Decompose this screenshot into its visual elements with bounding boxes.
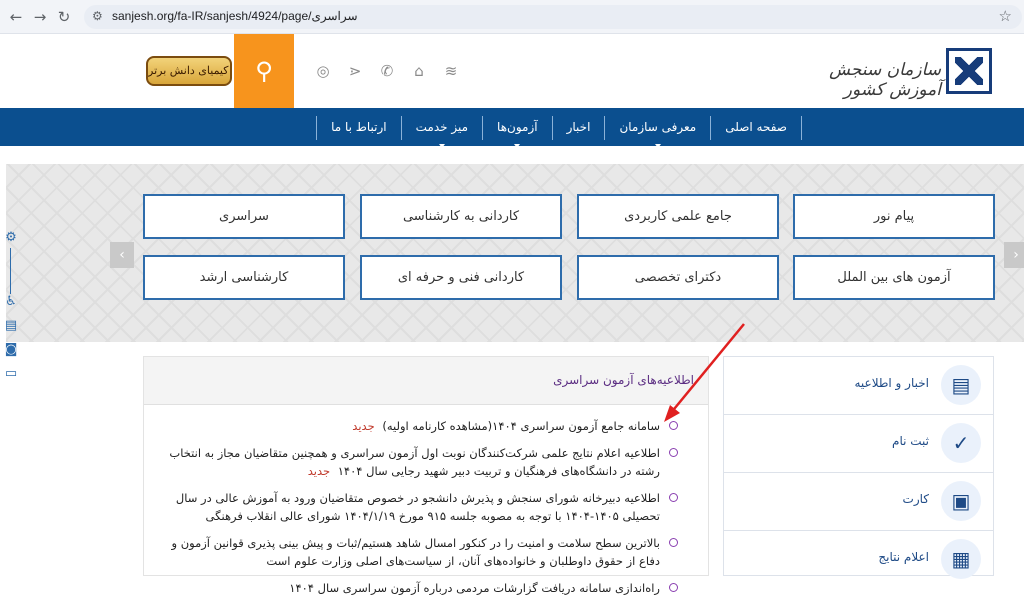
quick-link-label: ثبت نام (892, 434, 929, 448)
nav-label: ارتباط با ما (331, 120, 387, 134)
new-badge: جدید (307, 464, 331, 478)
chat-icon[interactable]: ▭ (3, 366, 19, 382)
exam-button[interactable]: پیام نور (793, 194, 995, 239)
exam-button[interactable]: کارشناسی ارشد (143, 255, 345, 300)
news-panel-title: اطلاعیه‌های آزمون سراسری (553, 373, 694, 387)
quick-links-panel: ▤ اخبار و اطلاعیه ✓ ثبت نام ▣ کارت ▦ اعل… (723, 356, 994, 579)
chevron-down-icon (438, 144, 445, 148)
news-item[interactable]: اطلاعیه دبیرخانه شورای سنجش و پذیرش دانش… (164, 489, 678, 525)
nav-item-news[interactable]: اخبار (551, 116, 605, 140)
news-item-text[interactable]: سامانه جامع آزمون سراسری ۱۴۰۴(مشاهده کار… (382, 419, 660, 433)
brand-seal: سپیدار کیمیای دانش برتر (146, 56, 232, 86)
news-item[interactable]: بالاترین سطح سلامت و امنیت را در کنکور ا… (164, 534, 678, 570)
chevron-right-icon[interactable]: › (1004, 242, 1024, 268)
nav-item-contact[interactable]: ارتباط با ما (316, 116, 401, 140)
results-screen-icon: ▦ (941, 539, 981, 579)
exam-button[interactable]: دکترای تخصصی (577, 255, 779, 300)
globe-icon[interactable]: ◎ (314, 62, 332, 80)
new-badge: جدید (352, 419, 375, 433)
exam-button[interactable]: کاردانی به کارشناسی (360, 194, 562, 239)
exam-button[interactable]: سراسری (143, 194, 345, 239)
clipboard-check-icon: ✓ (941, 423, 981, 463)
news-panel: اطلاعیه‌های آزمون سراسری سامانه جامع آزم… (143, 356, 709, 595)
menu-list: صفحه اصلی معرفی سازمان اخبار آزمون‌ها می… (316, 116, 802, 148)
nav-item-service-desk[interactable]: میز خدمت (400, 116, 482, 148)
news-item-text[interactable]: بالاترین سطح سلامت و امنیت را در کنکور ا… (171, 536, 660, 568)
header-icon-bar: ≋ ⌂ ✆ ⋖ ◎ (310, 62, 460, 82)
quick-link-label: اخبار و اطلاعیه (854, 376, 929, 390)
home-icon[interactable]: ⌂ (410, 62, 428, 80)
logo-text[interactable]: سازمان سنجش آموزش کشور (815, 60, 941, 100)
search-button[interactable]: ⚲ (234, 34, 294, 108)
logo-emblem-icon[interactable] (946, 48, 992, 94)
bullet-icon (669, 583, 678, 592)
quick-link-card[interactable]: ▣ کارت (724, 473, 993, 531)
nav-label: میز خدمت (415, 120, 469, 134)
nav-label: معرفی سازمان (619, 120, 697, 134)
divider (10, 248, 11, 294)
gear-icon[interactable]: ⚙ (3, 230, 19, 246)
exam-button[interactable]: کاردانی فنی و حرفه ای (360, 255, 562, 300)
news-item-text[interactable]: اطلاعیه دبیرخانه شورای سنجش و پذیرش دانش… (176, 491, 660, 523)
phone-icon[interactable]: ✆ (378, 62, 396, 80)
quick-link-label: کارت (902, 492, 929, 506)
exam-buttons-grid: پیام نور جامع علمی کاربردی کاردانی به کا… (143, 194, 995, 300)
id-card-icon: ▣ (941, 481, 981, 521)
bullet-icon (669, 448, 678, 457)
star-icon[interactable]: ☆ (999, 7, 1012, 25)
nav-item-home[interactable]: صفحه اصلی (710, 116, 802, 140)
quick-link-label: اعلام نتایج (878, 550, 929, 564)
news-item[interactable]: راه‌اندازی سامانه دریافت گزارشات مردمی د… (164, 579, 678, 597)
nav-label: اخبار (566, 120, 591, 134)
chevron-left-icon[interactable]: ‹ (110, 242, 134, 268)
nav-label: صفحه اصلی (725, 120, 787, 134)
site-settings-icon[interactable]: ⚙ (92, 9, 103, 23)
forward-arrow-icon[interactable]: → (30, 7, 50, 27)
newspaper-icon: ▤ (941, 365, 981, 405)
news-item[interactable]: اطلاعیه اعلام نتایج علمی شرکت‌کنندگان نو… (164, 444, 678, 480)
quick-link-registration[interactable]: ✓ ثبت نام (724, 415, 993, 473)
url-text[interactable]: sanjesh.org/fa-IR/sanjesh/4924/page/سراس… (112, 9, 358, 23)
rss-icon[interactable]: ≋ (442, 62, 460, 80)
news-item-text[interactable]: راه‌اندازی سامانه دریافت گزارشات مردمی د… (289, 581, 660, 595)
address-bar[interactable]: ⚙ sanjesh.org/fa-IR/sanjesh/4924/page/سر… (84, 5, 1022, 29)
accessibility-toolbar: ⚙ ♿ ▤ ◙ ▭ (0, 230, 22, 390)
quick-link-results[interactable]: ▦ اعلام نتایج (724, 531, 993, 589)
main-navigation: صفحه اصلی معرفی سازمان اخبار آزمون‌ها می… (0, 108, 1024, 148)
news-list: سامانه جامع آزمون سراسری ۱۴۰۴(مشاهده کار… (164, 417, 678, 606)
site-header: سازمان سنجش آموزش کشور ≋ ⌂ ✆ ⋖ ◎ ⚲ سپیدا… (0, 34, 1024, 108)
share-icon[interactable]: ⋖ (346, 62, 364, 80)
accessibility-icon[interactable]: ♿ (3, 294, 19, 310)
reload-icon[interactable]: ↻ (54, 7, 74, 27)
back-arrow-icon[interactable]: ← (6, 7, 26, 27)
document-icon[interactable]: ▤ (3, 318, 19, 334)
nav-item-about[interactable]: معرفی سازمان (604, 116, 710, 148)
bullet-icon (669, 538, 678, 547)
camera-icon[interactable]: ◙ (3, 342, 19, 358)
chevron-down-icon (514, 144, 521, 148)
bullet-icon (669, 493, 678, 502)
news-item-text[interactable]: اطلاعیه اعلام نتایج علمی شرکت‌کنندگان نو… (169, 446, 660, 478)
chevron-down-icon (654, 144, 661, 148)
nav-item-exams[interactable]: آزمون‌ها (482, 116, 552, 148)
browser-toolbar: ← → ↻ ⚙ sanjesh.org/fa-IR/sanjesh/4924/p… (0, 0, 1024, 34)
bullet-icon (669, 421, 678, 430)
quick-link-news[interactable]: ▤ اخبار و اطلاعیه (724, 357, 993, 415)
nav-label: آزمون‌ها (497, 120, 538, 134)
search-icon: ⚲ (255, 57, 273, 85)
news-panel-header: اطلاعیه‌های آزمون سراسری (144, 357, 708, 405)
exam-button[interactable]: آزمون های بین الملل (793, 255, 995, 300)
news-item[interactable]: سامانه جامع آزمون سراسری ۱۴۰۴(مشاهده کار… (164, 417, 678, 435)
exam-button[interactable]: جامع علمی کاربردی (577, 194, 779, 239)
